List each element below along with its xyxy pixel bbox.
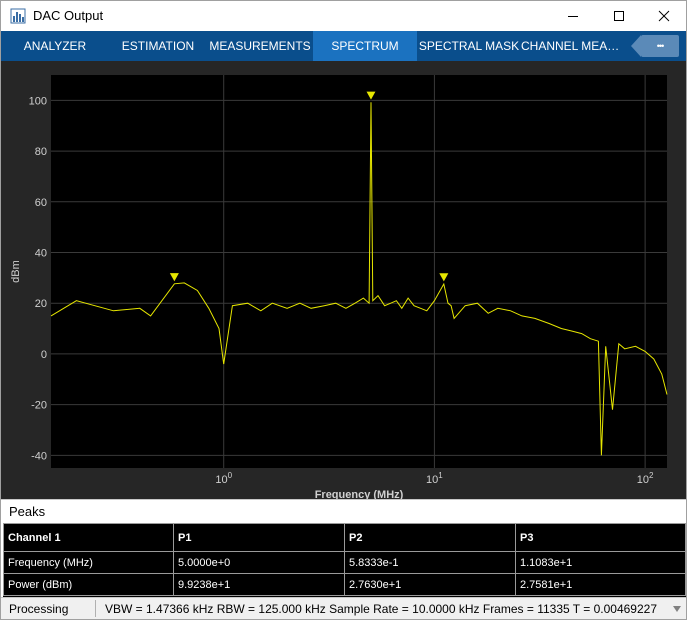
cell-p3-frequency: 1.1083e+1 [515,551,686,574]
y-tick-labels: -40 -20 0 20 40 60 80 100 [29,95,47,462]
dac-output-window: DAC Output ANALYZER ESTIMATION MEASUREME… [0,0,687,620]
x-axis-label: Frequency (MHz) [315,489,404,499]
x-tick-labels: 100 101 102 [215,471,654,486]
spectrum-chart[interactable]: -40 -20 0 20 40 60 80 100 100 101 102 dBm Frequen… [1,61,686,499]
tab-overflow-button[interactable]: ••• [641,35,679,57]
y-tick-label: 0 [41,349,47,361]
title-bar[interactable]: DAC Output [1,1,686,31]
status-bar: Processing VBW = 1.47366 kHz RBW = 125.0… [1,597,686,619]
cell-p3-power: 2.7581e+1 [515,573,686,596]
x-tick-label: 100 [215,471,232,486]
more-icon: ••• [656,41,665,51]
column-header-channel: Channel 1 [3,523,174,552]
table-row: Power (dBm) 9.9238e+1 2.7630e+1 2.7581e+… [3,573,686,596]
peaks-table: Channel 1 P1 P2 P3 Frequency (MHz) 5.000… [3,523,686,597]
x-tick-label: 101 [426,471,443,486]
spectrum-plot-panel[interactable]: -40 -20 0 20 40 60 80 100 100 101 102 dBm Frequen… [1,61,686,499]
status-info: VBW = 1.47366 kHz RBW = 125.000 kHz Samp… [105,602,657,616]
tab-measurements[interactable]: MEASUREMENTS [207,31,313,61]
tab-overflow-notch [631,35,641,57]
tab-analyzer[interactable]: ANALYZER [1,31,109,61]
y-axis-label: dBm [10,260,22,283]
y-tick-label: 100 [29,95,47,107]
column-header-p2: P2 [344,523,516,552]
peaks-panel-header[interactable]: Peaks [1,499,686,523]
app-icon [10,8,26,24]
window-title: DAC Output [33,8,104,23]
tab-channel-measurements[interactable]: CHANNEL MEA… [521,31,619,61]
cell-p2-power: 2.7630e+1 [344,573,516,596]
tab-spectral-mask[interactable]: SPECTRAL MASK [417,31,521,61]
status-separator [95,600,96,617]
close-button[interactable] [641,1,687,31]
minimize-button[interactable] [550,1,596,31]
peaks-header-row: Channel 1 P1 P2 P3 [3,523,686,552]
status-state: Processing [9,602,69,616]
table-row: Frequency (MHz) 5.0000e+0 5.8333e-1 1.10… [3,551,686,574]
y-tick-label: 60 [35,197,47,209]
cell-p1-frequency: 5.0000e+0 [173,551,345,574]
y-tick-label: 80 [35,146,47,158]
resize-grip-icon[interactable] [671,603,683,615]
x-tick-label: 102 [637,471,654,486]
column-header-p3: P3 [515,523,686,552]
plot-area[interactable] [51,75,667,468]
tab-spectrum[interactable]: SPECTRUM [313,31,417,61]
minimize-icon [568,16,578,17]
y-tick-label: -20 [31,400,47,412]
close-icon [658,10,670,22]
tab-estimation[interactable]: ESTIMATION [109,31,207,61]
column-header-p1: P1 [173,523,345,552]
maximize-icon [614,11,624,21]
cell-p2-frequency: 5.8333e-1 [344,551,516,574]
peaks-title: Peaks [9,504,46,519]
y-tick-label: 40 [35,247,47,259]
maximize-button[interactable] [596,1,642,31]
row-label-frequency: Frequency (MHz) [3,551,174,574]
row-label-power: Power (dBm) [3,573,174,596]
y-tick-label: 20 [35,298,47,310]
cell-p1-power: 9.9238e+1 [173,573,345,596]
toolstrip-tabs: ANALYZER ESTIMATION MEASUREMENTS SPECTRU… [1,31,686,61]
y-tick-label: -40 [31,450,47,462]
